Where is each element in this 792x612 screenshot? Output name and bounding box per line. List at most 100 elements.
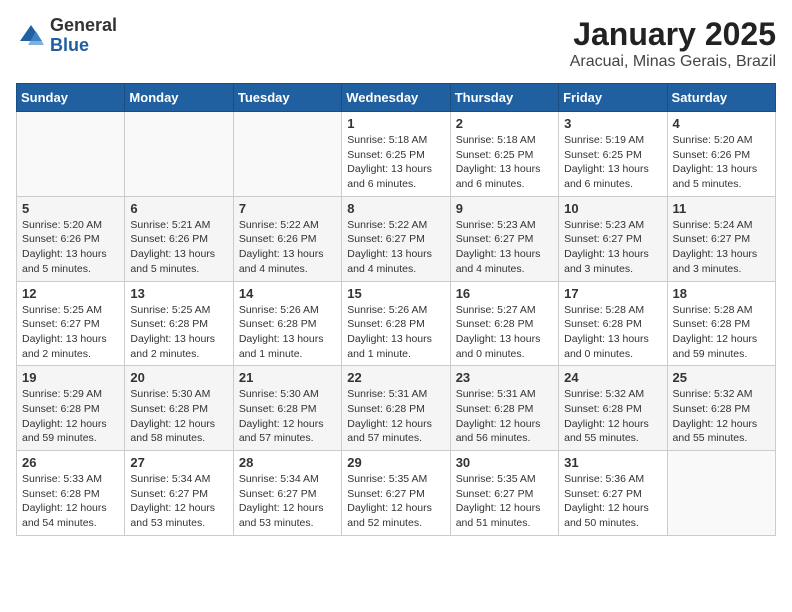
day-detail: Sunrise: 5:25 AM Sunset: 6:28 PM Dayligh…: [130, 303, 227, 362]
calendar-cell: 17 Sunrise: 5:28 AM Sunset: 6:28 PM Dayli…: [559, 281, 667, 366]
calendar-cell: [17, 112, 125, 197]
day-detail: Sunrise: 5:19 AM Sunset: 6:25 PM Dayligh…: [564, 133, 661, 192]
header-friday: Friday: [559, 84, 667, 112]
day-number: 1: [347, 116, 444, 131]
day-detail: Sunrise: 5:30 AM Sunset: 6:28 PM Dayligh…: [239, 387, 336, 446]
day-number: 2: [456, 116, 553, 131]
day-detail: Sunrise: 5:32 AM Sunset: 6:28 PM Dayligh…: [564, 387, 661, 446]
title-block: January 2025 Aracuai, Minas Gerais, Braz…: [570, 16, 776, 71]
day-detail: Sunrise: 5:34 AM Sunset: 6:27 PM Dayligh…: [239, 472, 336, 531]
day-detail: Sunrise: 5:28 AM Sunset: 6:28 PM Dayligh…: [673, 303, 770, 362]
day-number: 17: [564, 286, 661, 301]
logo-icon: [16, 21, 46, 51]
day-detail: Sunrise: 5:18 AM Sunset: 6:25 PM Dayligh…: [347, 133, 444, 192]
day-number: 27: [130, 455, 227, 470]
calendar-week-row: 26 Sunrise: 5:33 AM Sunset: 6:28 PM Dayli…: [17, 451, 776, 536]
day-detail: Sunrise: 5:22 AM Sunset: 6:26 PM Dayligh…: [239, 218, 336, 277]
calendar-cell: 28 Sunrise: 5:34 AM Sunset: 6:27 PM Dayli…: [233, 451, 341, 536]
calendar-cell: 3 Sunrise: 5:19 AM Sunset: 6:25 PM Daylig…: [559, 112, 667, 197]
day-number: 6: [130, 201, 227, 216]
calendar-cell: 23 Sunrise: 5:31 AM Sunset: 6:28 PM Dayli…: [450, 366, 558, 451]
day-detail: Sunrise: 5:34 AM Sunset: 6:27 PM Dayligh…: [130, 472, 227, 531]
calendar-cell: 19Sunrise: 5:29 AM Sunset: 6:28 PM Dayli…: [17, 366, 125, 451]
calendar-week-row: 19Sunrise: 5:29 AM Sunset: 6:28 PM Dayli…: [17, 366, 776, 451]
calendar-title: January 2025: [570, 16, 776, 53]
day-number: 28: [239, 455, 336, 470]
calendar-cell: 25Sunrise: 5:32 AM Sunset: 6:28 PM Dayli…: [667, 366, 775, 451]
day-number: 20: [130, 370, 227, 385]
calendar-cell: 5 Sunrise: 5:20 AM Sunset: 6:26 PM Daylig…: [17, 196, 125, 281]
calendar-cell: 10 Sunrise: 5:23 AM Sunset: 6:27 PM Dayli…: [559, 196, 667, 281]
day-number: 5: [22, 201, 119, 216]
day-detail: Sunrise: 5:36 AM Sunset: 6:27 PM Dayligh…: [564, 472, 661, 531]
day-number: 31: [564, 455, 661, 470]
day-detail: Sunrise: 5:33 AM Sunset: 6:28 PM Dayligh…: [22, 472, 119, 531]
calendar-cell: 18 Sunrise: 5:28 AM Sunset: 6:28 PM Dayli…: [667, 281, 775, 366]
calendar-cell: [667, 451, 775, 536]
calendar-week-row: 12Sunrise: 5:25 AM Sunset: 6:27 PM Dayli…: [17, 281, 776, 366]
calendar-subtitle: Aracuai, Minas Gerais, Brazil: [570, 53, 776, 71]
day-number: 8: [347, 201, 444, 216]
header-thursday: Thursday: [450, 84, 558, 112]
day-detail: Sunrise: 5:23 AM Sunset: 6:27 PM Dayligh…: [456, 218, 553, 277]
day-detail: Sunrise: 5:21 AM Sunset: 6:26 PM Dayligh…: [130, 218, 227, 277]
calendar-cell: 1 Sunrise: 5:18 AM Sunset: 6:25 PM Daylig…: [342, 112, 450, 197]
day-number: 24: [564, 370, 661, 385]
calendar-cell: 26 Sunrise: 5:33 AM Sunset: 6:28 PM Dayli…: [17, 451, 125, 536]
calendar-cell: 16 Sunrise: 5:27 AM Sunset: 6:28 PM Dayli…: [450, 281, 558, 366]
day-detail: Sunrise: 5:23 AM Sunset: 6:27 PM Dayligh…: [564, 218, 661, 277]
day-number: 7: [239, 201, 336, 216]
calendar-cell: 8 Sunrise: 5:22 AM Sunset: 6:27 PM Daylig…: [342, 196, 450, 281]
day-number: 16: [456, 286, 553, 301]
day-number: 18: [673, 286, 770, 301]
calendar-cell: 24 Sunrise: 5:32 AM Sunset: 6:28 PM Dayli…: [559, 366, 667, 451]
day-number: 21: [239, 370, 336, 385]
day-detail: Sunrise: 5:26 AM Sunset: 6:28 PM Dayligh…: [347, 303, 444, 362]
calendar-cell: 31 Sunrise: 5:36 AM Sunset: 6:27 PM Dayli…: [559, 451, 667, 536]
calendar-header-row: SundayMondayTuesdayWednesdayThursdayFrid…: [17, 84, 776, 112]
calendar-week-row: 1 Sunrise: 5:18 AM Sunset: 6:25 PM Daylig…: [17, 112, 776, 197]
calendar-cell: 21 Sunrise: 5:30 AM Sunset: 6:28 PM Dayli…: [233, 366, 341, 451]
day-number: 22: [347, 370, 444, 385]
calendar-cell: 14 Sunrise: 5:26 AM Sunset: 6:28 PM Dayli…: [233, 281, 341, 366]
day-number: 3: [564, 116, 661, 131]
header-sunday: Sunday: [17, 84, 125, 112]
day-detail: Sunrise: 5:32 AM Sunset: 6:28 PM Dayligh…: [673, 387, 770, 446]
calendar-cell: 12Sunrise: 5:25 AM Sunset: 6:27 PM Dayli…: [17, 281, 125, 366]
day-detail: Sunrise: 5:35 AM Sunset: 6:27 PM Dayligh…: [456, 472, 553, 531]
day-detail: Sunrise: 5:31 AM Sunset: 6:28 PM Dayligh…: [456, 387, 553, 446]
day-number: 11: [673, 201, 770, 216]
day-detail: Sunrise: 5:20 AM Sunset: 6:26 PM Dayligh…: [22, 218, 119, 277]
day-detail: Sunrise: 5:26 AM Sunset: 6:28 PM Dayligh…: [239, 303, 336, 362]
day-number: 14: [239, 286, 336, 301]
day-detail: Sunrise: 5:22 AM Sunset: 6:27 PM Dayligh…: [347, 218, 444, 277]
calendar-cell: 20 Sunrise: 5:30 AM Sunset: 6:28 PM Dayli…: [125, 366, 233, 451]
day-detail: Sunrise: 5:31 AM Sunset: 6:28 PM Dayligh…: [347, 387, 444, 446]
logo-text: General Blue: [50, 16, 117, 56]
calendar-cell: 6 Sunrise: 5:21 AM Sunset: 6:26 PM Daylig…: [125, 196, 233, 281]
day-detail: Sunrise: 5:30 AM Sunset: 6:28 PM Dayligh…: [130, 387, 227, 446]
calendar-cell: 15Sunrise: 5:26 AM Sunset: 6:28 PM Dayli…: [342, 281, 450, 366]
calendar-cell: 27 Sunrise: 5:34 AM Sunset: 6:27 PM Dayli…: [125, 451, 233, 536]
day-detail: Sunrise: 5:24 AM Sunset: 6:27 PM Dayligh…: [673, 218, 770, 277]
calendar-cell: 29Sunrise: 5:35 AM Sunset: 6:27 PM Dayli…: [342, 451, 450, 536]
day-detail: Sunrise: 5:25 AM Sunset: 6:27 PM Dayligh…: [22, 303, 119, 362]
calendar-cell: 4Sunrise: 5:20 AM Sunset: 6:26 PM Daylig…: [667, 112, 775, 197]
day-detail: Sunrise: 5:35 AM Sunset: 6:27 PM Dayligh…: [347, 472, 444, 531]
day-number: 10: [564, 201, 661, 216]
day-detail: Sunrise: 5:27 AM Sunset: 6:28 PM Dayligh…: [456, 303, 553, 362]
calendar-cell: 30 Sunrise: 5:35 AM Sunset: 6:27 PM Dayli…: [450, 451, 558, 536]
day-number: 19: [22, 370, 119, 385]
header-monday: Monday: [125, 84, 233, 112]
calendar-cell: 13Sunrise: 5:25 AM Sunset: 6:28 PM Dayli…: [125, 281, 233, 366]
header-wednesday: Wednesday: [342, 84, 450, 112]
day-number: 26: [22, 455, 119, 470]
calendar-cell: 2Sunrise: 5:18 AM Sunset: 6:25 PM Daylig…: [450, 112, 558, 197]
logo-blue: Blue: [50, 36, 117, 56]
logo: General Blue: [16, 16, 117, 56]
day-number: 23: [456, 370, 553, 385]
calendar-cell: 22 Sunrise: 5:31 AM Sunset: 6:28 PM Dayli…: [342, 366, 450, 451]
calendar-week-row: 5 Sunrise: 5:20 AM Sunset: 6:26 PM Daylig…: [17, 196, 776, 281]
day-detail: Sunrise: 5:28 AM Sunset: 6:28 PM Dayligh…: [564, 303, 661, 362]
day-number: 30: [456, 455, 553, 470]
